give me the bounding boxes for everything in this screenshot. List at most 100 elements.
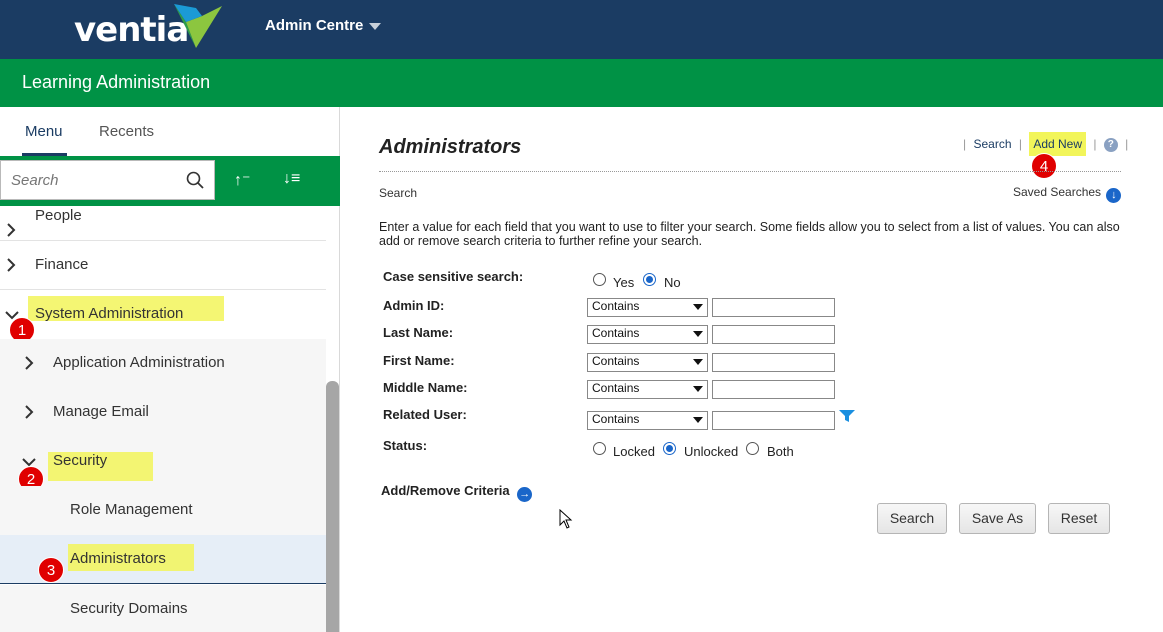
save-as-button[interactable]: Save As (959, 503, 1036, 534)
related-user-operator-select[interactable]: Contains (587, 411, 708, 430)
help-icon[interactable]: ? (1103, 137, 1118, 152)
case-no-label: No (664, 275, 681, 290)
chevron-right-icon (7, 223, 16, 237)
tab-menu[interactable]: Menu (25, 123, 63, 140)
related-user-label: Related User: (383, 407, 467, 422)
admin-centre-label: Admin Centre (265, 17, 364, 34)
status-label: Status: (383, 438, 428, 453)
annotation-badge-4: 4 (1031, 153, 1057, 179)
sidebar-item-security-domains[interactable]: Security Domains (0, 585, 326, 632)
sidebar-search-input[interactable] (11, 169, 181, 191)
chevron-down-icon (693, 304, 703, 310)
sort-list-icon[interactable]: ↓≡ (283, 170, 300, 188)
add-new-link[interactable]: Add New (1029, 132, 1087, 156)
search-section-heading: Search (379, 186, 418, 200)
operator-value: Contains (592, 381, 640, 395)
add-remove-criteria-link[interactable]: Add/Remove Criteria → (381, 483, 533, 502)
sidebar: Menu Recents ↑⁻ ↓≡ People Finance (0, 107, 340, 632)
sidebar-search-box (0, 160, 215, 200)
status-locked-radio[interactable] (593, 442, 606, 455)
top-bar: ventia Admin Centre (0, 0, 1163, 59)
last-name-label: Last Name: (383, 325, 454, 340)
sidebar-item-label: Application Administration (53, 354, 225, 371)
section-bar: Learning Administration (0, 59, 1163, 107)
case-yes-radio[interactable] (593, 273, 606, 286)
case-yes-label: Yes (613, 275, 635, 290)
link-separator: | (1125, 137, 1129, 151)
search-instructions: Enter a value for each field that you wa… (379, 220, 1120, 248)
status-unlocked-radio[interactable] (663, 442, 676, 455)
saved-searches-link[interactable]: Saved Searches ↓ (1013, 185, 1122, 203)
last-name-input[interactable] (712, 325, 835, 344)
admin-centre-menu[interactable]: Admin Centre (265, 17, 382, 34)
sidebar-item-manage-email[interactable]: Manage Email (0, 388, 326, 437)
reset-button[interactable]: Reset (1048, 503, 1110, 534)
link-separator: | (1093, 137, 1097, 151)
status-both-radio[interactable] (746, 442, 759, 455)
middle-name-operator-select[interactable]: Contains (587, 380, 708, 399)
search-link[interactable]: Search (973, 137, 1011, 151)
link-separator: | (1018, 137, 1022, 151)
sidebar-item-label: Security Domains (70, 600, 188, 617)
sidebar-item-label: Security (53, 452, 108, 469)
last-name-operator-select[interactable]: Contains (587, 325, 708, 344)
status-locked-label: Locked (613, 444, 655, 459)
sidebar-item-finance[interactable]: Finance (0, 241, 326, 290)
mouse-cursor-icon (559, 509, 573, 529)
sidebar-scrollbar[interactable] (326, 381, 339, 632)
sidebar-item-application-administration[interactable]: Application Administration (0, 339, 326, 388)
first-name-operator-select[interactable]: Contains (587, 353, 708, 372)
sidebar-nav-list: People Finance System Administration 1 A… (0, 206, 326, 632)
case-sensitive-label: Case sensitive search: (383, 269, 524, 284)
chevron-right-icon (25, 405, 34, 419)
chevron-down-icon (369, 22, 382, 30)
search-icon[interactable] (186, 171, 204, 189)
admin-id-input[interactable] (712, 298, 835, 317)
chevron-right-icon (7, 258, 16, 272)
saved-searches-label: Saved Searches (1013, 185, 1102, 199)
case-no-radio[interactable] (643, 273, 656, 286)
arrow-down-icon: ↓ (1106, 188, 1122, 203)
operator-value: Contains (592, 354, 640, 368)
status-unlocked-label: Unlocked (684, 444, 739, 459)
sidebar-item-label: Administrators (70, 550, 166, 567)
sort-ascending-icon[interactable]: ↑⁻ (234, 170, 250, 190)
sidebar-item-label: System Administration (35, 305, 184, 322)
tab-recents[interactable]: Recents (99, 123, 154, 140)
search-button[interactable]: Search (877, 503, 947, 534)
sidebar-item-label: Role Management (70, 501, 193, 518)
admin-id-operator-select[interactable]: Contains (587, 298, 708, 317)
middle-name-input[interactable] (712, 380, 835, 399)
sidebar-item-label: Manage Email (53, 403, 149, 420)
sidebar-item-label: Finance (35, 256, 89, 273)
link-separator: | (963, 137, 967, 151)
section-title: Learning Administration (22, 72, 211, 92)
divider (379, 171, 1121, 172)
first-name-input[interactable] (712, 353, 835, 372)
arrow-right-icon: → (517, 487, 533, 502)
filter-icon[interactable] (838, 409, 856, 423)
chevron-down-icon (693, 417, 703, 423)
annotation-badge-3: 3 (38, 557, 64, 583)
sidebar-item-system-administration[interactable]: System Administration (0, 290, 326, 339)
sidebar-search-row: ↑⁻ ↓≡ (0, 156, 340, 206)
status-both-label: Both (767, 444, 794, 459)
add-remove-criteria-label: Add/Remove Criteria (381, 483, 510, 498)
chevron-right-icon (25, 356, 34, 370)
sidebar-item-label: People (35, 207, 82, 224)
chevron-down-icon (693, 386, 703, 392)
chevron-down-icon (693, 359, 703, 365)
sidebar-item-security[interactable]: Security (0, 437, 326, 486)
first-name-label: First Name: (383, 353, 455, 368)
admin-id-label: Admin ID: (383, 298, 445, 313)
operator-value: Contains (592, 326, 640, 340)
page-title: Administrators (379, 136, 522, 158)
sidebar-tabs: Menu Recents (0, 107, 340, 156)
middle-name-label: Middle Name: (383, 380, 468, 395)
main-panel: Administrators | Search | Add New | ? | … (341, 107, 1163, 632)
sidebar-item-role-management[interactable]: Role Management (0, 486, 326, 535)
ventia-logo[interactable]: ventia (74, 2, 224, 52)
chevron-down-icon (693, 331, 703, 337)
related-user-input[interactable] (712, 411, 835, 430)
logo-leaf-icon (174, 4, 222, 48)
